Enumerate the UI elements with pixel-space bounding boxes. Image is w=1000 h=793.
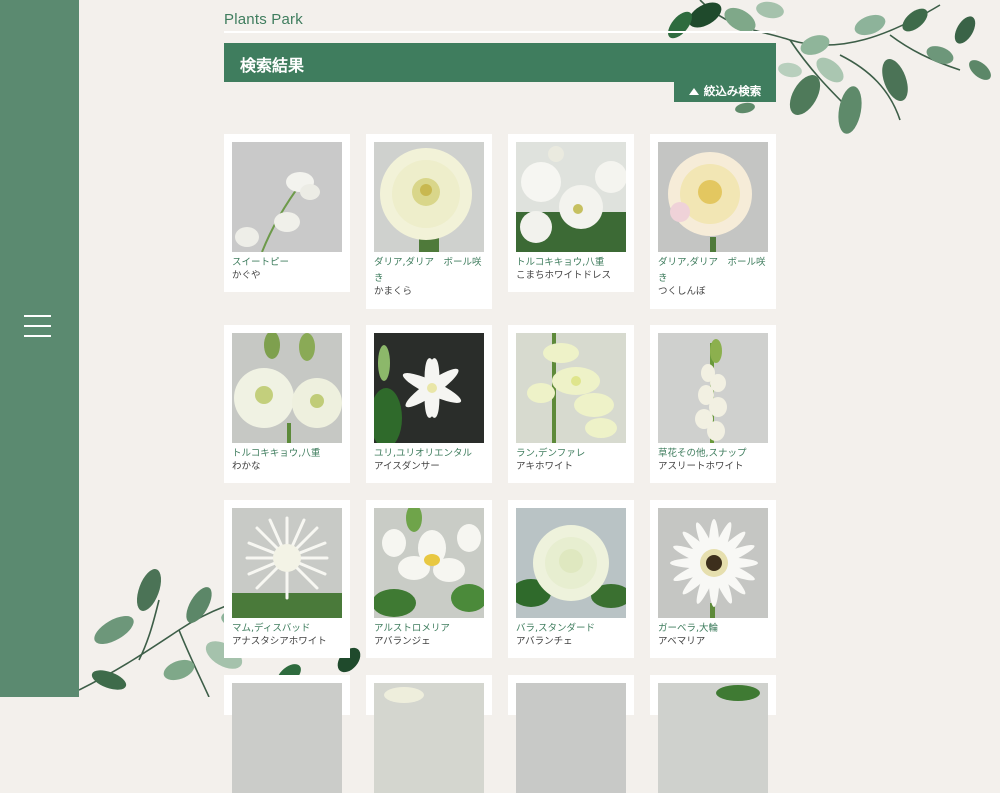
hamburger-menu-icon[interactable] [24, 315, 51, 337]
flower-photo [516, 333, 626, 443]
flower-name: アバランチェ [516, 636, 573, 647]
flower-photo [658, 508, 768, 618]
results-header: 検索結果 [224, 43, 776, 82]
flower-card[interactable]: 草花その他,スナップ アスリートホワイト [650, 325, 776, 483]
page-title: 検索結果 [240, 56, 305, 75]
flower-name: アナスタシアホワイト [232, 636, 327, 647]
flower-name: かぐや [232, 270, 261, 281]
flower-card[interactable]: アルストロメリア アバランジェ [366, 500, 492, 658]
flower-card[interactable]: ダリア,ダリア ボール咲き かまくら [366, 134, 492, 309]
flower-photo [232, 142, 342, 252]
flower-card[interactable]: マム,ディスバッド アナスタシアホワイト [224, 500, 350, 658]
flower-type: ダリア,ダリア ボール咲き [658, 257, 766, 284]
flower-photo [516, 508, 626, 618]
brand-divider [224, 31, 776, 33]
flower-card[interactable] [366, 675, 492, 793]
flower-photo [232, 683, 342, 793]
flower-card[interactable] [650, 675, 776, 793]
flower-photo [658, 142, 768, 252]
flower-card[interactable]: ユリ,ユリオリエンタル アイスダンサー [366, 325, 492, 483]
flower-name: アイスダンサー [374, 461, 440, 472]
flower-photo [232, 333, 342, 443]
triangle-up-icon [688, 87, 699, 95]
flower-name: こまちホワイトドレス [516, 270, 612, 281]
flower-card[interactable]: ダリア,ダリア ボール咲き つくしんぼ [650, 134, 776, 309]
flower-photo [232, 508, 342, 618]
filter-search-label: 絞込み検索 [703, 84, 762, 98]
flower-card[interactable]: ラン,デンファレ アキホワイト [508, 325, 634, 483]
flower-name: かまくら [374, 286, 413, 297]
flower-card[interactable]: トルコキキョウ,八重 こまちホワイトドレス [508, 134, 634, 292]
flower-photo [374, 333, 484, 443]
flower-card[interactable] [224, 675, 350, 793]
flower-name: アベマリア [658, 636, 706, 647]
flower-name: つくしんぼ [658, 286, 706, 297]
flower-type: ダリア,ダリア ボール咲き [374, 257, 482, 284]
flower-card[interactable]: ガーベラ,大輪 アベマリア [650, 500, 776, 658]
flower-photo [658, 333, 768, 443]
flower-card[interactable]: スイートピー かぐや [224, 134, 350, 292]
filter-search-button[interactable]: 絞込み検索 [674, 80, 776, 102]
flower-photo [374, 142, 484, 252]
flower-card[interactable] [508, 675, 634, 793]
flower-photo [374, 683, 484, 793]
flower-name: わかな [232, 461, 261, 472]
flower-photo [658, 683, 768, 793]
flower-name: アキホワイト [516, 461, 574, 472]
flower-name: アスリートホワイト [658, 461, 744, 472]
flower-card[interactable]: トルコキキョウ,八重 わかな [224, 325, 350, 483]
flower-photo [516, 142, 626, 252]
flower-photo [516, 683, 626, 793]
brand-title[interactable]: Plants Park [224, 11, 303, 28]
sidebar [0, 0, 79, 697]
flower-photo [374, 508, 484, 618]
flower-name: アバランジェ [374, 636, 431, 647]
flower-card[interactable]: バラ,スタンダード アバランチェ [508, 500, 634, 658]
